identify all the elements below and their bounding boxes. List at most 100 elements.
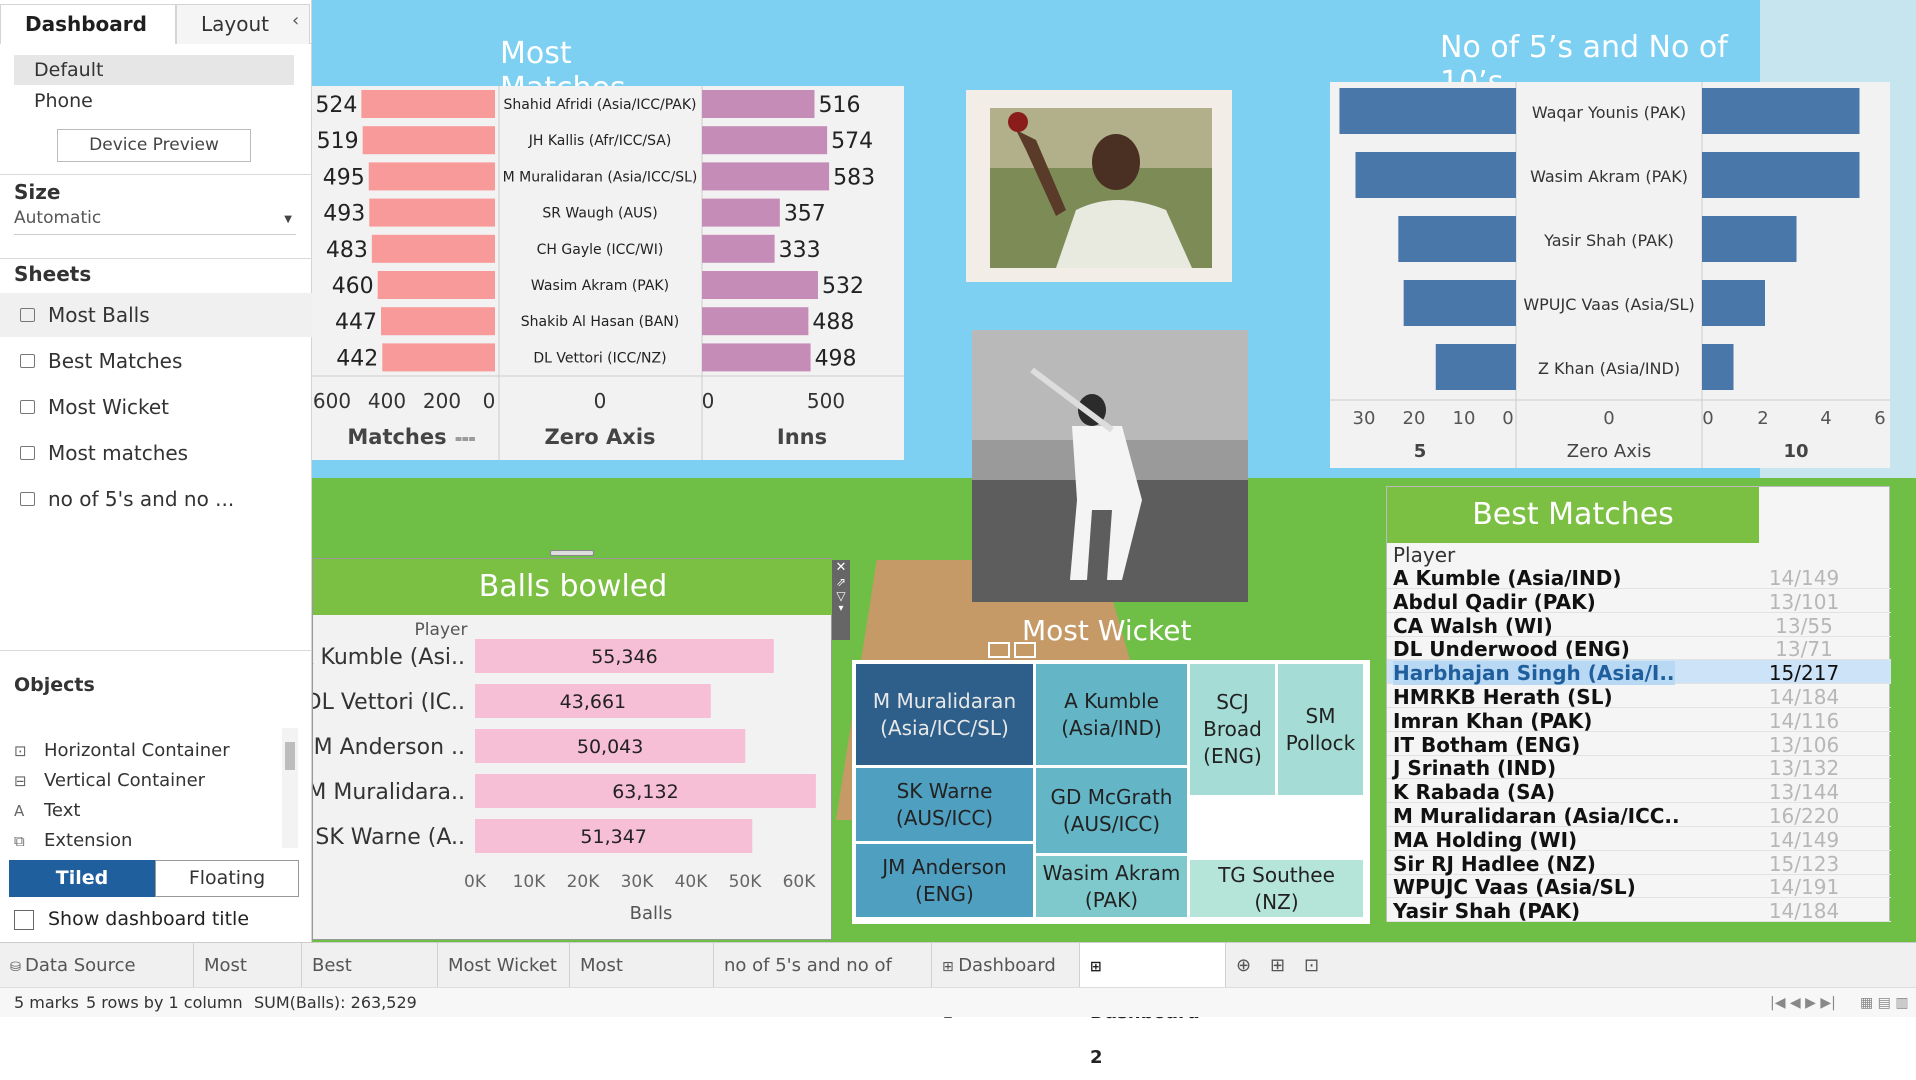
tab-best-matches[interactable]: Best Matches [302,943,438,1021]
new-story-icon[interactable]: ⊡ [1294,943,1328,988]
matches-value: 442 [336,346,378,371]
player-label: Shakib Al Hasan (BAN) [521,314,679,330]
tab-most-balls[interactable]: Most Balls [194,943,302,1021]
object-vertical-container[interactable]: ⊟ Vertical Container [14,770,205,791]
sheet-label: Best Matches [48,349,183,373]
balls-bowled-title: Balls bowled [313,559,833,615]
pop-out-icon[interactable]: ⇗ [832,575,850,589]
objects-scrollbar[interactable] [282,728,298,848]
table-row[interactable]: MA Holding (WI) 14/149 [1387,827,1891,852]
more-options-icon[interactable]: ▾ [832,603,850,614]
best-matches-title: Best Matches [1387,487,1759,543]
close-icon[interactable]: ✕ [832,560,850,575]
inns-value: 357 [784,202,826,227]
floating-button[interactable]: Floating [155,860,299,897]
wicket-stump-icon [1014,642,1036,658]
inns-tick: 0 [702,389,715,413]
best-figure-cell: 13/71 [1775,637,1833,662]
best-figure-cell: 13/101 [1768,589,1840,614]
balls-tick: 10K [513,872,547,892]
player-label: SR Waugh (AUS) [542,206,657,222]
treemap-cell[interactable]: A Kumble (Asia/IND) [1036,664,1187,765]
object-extension[interactable]: ⧉ Extension [14,830,132,851]
treemap-cell[interactable]: SCJ Broad (ENG) [1190,664,1275,795]
sheet-label: Most matches [48,441,189,465]
table-row[interactable]: Harbhajan Singh (Asia/I.. 15/217 [1387,660,1891,686]
table-row[interactable]: Yasir Shah (PAK) 14/184 [1387,898,1891,923]
tens-bar [1702,152,1860,198]
matches-bar [369,198,495,227]
table-row[interactable]: J Srinath (IND) 13/132 [1387,755,1891,780]
fives-bar [1403,280,1516,326]
fives-tens-chart[interactable]: Waqar Younis (PAK) Wasim Akram (PAK) Yasir… [1330,82,1890,468]
treemap-cell-label: GD McGrath (AUS/ICC) [1050,784,1173,836]
sheet-item[interactable]: no of 5's and no ... [0,477,312,521]
device-phone[interactable]: Phone [14,86,294,116]
most-wicket-treemap[interactable]: M Muralidaran (Asia/ICC/SL) A Kumble (Asi… [852,660,1370,924]
player-cell: IT Botham (ENG) [1393,732,1581,757]
tab-dashboard-2[interactable]: ⊞ Dashboard 2 [1080,943,1226,1068]
tab-data-source[interactable]: ⛁ Data Source [0,943,194,988]
matches-bar [368,162,495,191]
treemap-cell[interactable]: SM Pollock [1278,664,1363,795]
table-row[interactable]: Abdul Qadir (PAK) 13/101 [1387,589,1891,614]
treemap-cell[interactable]: GD McGrath (AUS/ICC) [1036,768,1187,853]
filter-icon[interactable]: ▽ [832,589,850,603]
table-row[interactable]: K Rabada (SA) 13/144 [1387,779,1891,804]
table-row[interactable]: HMRKB Herath (SL) 14/184 [1387,684,1891,709]
view-mode-icon[interactable]: ▦ ▤ ▥ [1860,988,1909,1018]
treemap-cell[interactable]: SK Warne (AUS/ICC) [856,768,1033,841]
table-row[interactable]: Sir RJ Hadlee (NZ) 15/123 [1387,851,1891,876]
sheet-item[interactable]: Most Balls [0,293,312,337]
tab-dashboard[interactable]: Dashboard [0,4,176,44]
sheet-item[interactable]: Most Wicket [0,385,312,429]
device-preview-button[interactable]: Device Preview [57,129,251,162]
tens-tick: 6 [1874,408,1885,429]
table-row[interactable]: M Muralidaran (Asia/ICC.. 16/220 [1387,803,1891,828]
treemap-cell[interactable]: M Muralidaran (Asia/ICC/SL) [856,664,1033,765]
treemap-cell[interactable]: TG Southee (NZ) [1190,860,1363,917]
zero-axis-label: Zero Axis [1567,441,1652,462]
sheet-item[interactable]: Best Matches [0,339,312,383]
new-worksheet-icon[interactable]: ⊕ [1226,943,1260,988]
drag-handle[interactable] [550,550,594,556]
player-label: CH Gayle (ICC/WI) [537,242,664,258]
navigation-arrows-icon[interactable]: |◀ ◀ ▶ ▶| [1770,988,1836,1018]
best-matches-container[interactable]: Best Matches Player A Kumble (Asia/IND) 1… [1386,486,1891,923]
table-row[interactable]: DL Underwood (ENG) 13/71 [1387,636,1891,662]
player-label: JH Kallis (Afr/ICC/SA) [528,133,672,149]
best-figure-cell: 14/149 [1768,827,1840,852]
treemap-cell[interactable]: Wasim Akram (PAK) [1036,856,1187,917]
table-row[interactable]: IT Botham (ENG) 13/106 [1387,732,1891,757]
balls-tick: 30K [621,872,655,892]
tab-most-wicket[interactable]: Most Wicket [438,943,570,988]
status-rows: 5 rows by 1 column [86,993,243,1012]
player-cell: WPUJC Vaas (Asia/SL) [1393,875,1636,900]
tab-most-matches[interactable]: Most matches [570,943,714,1021]
tab-dashboard-1[interactable]: ⊞ Dashboard 1 [932,943,1080,1023]
balls-bowled-container[interactable]: Balls bowled Player A Kumble (Asi.. 55,346… [312,558,833,940]
size-dropdown[interactable]: Automatic ▼ [14,208,296,235]
table-row[interactable]: Imran Khan (PAK) 14/116 [1387,708,1891,733]
table-row[interactable]: A Kumble (Asia/IND) 14/149 [1387,565,1891,590]
object-horizontal-container[interactable]: ⊡ Horizontal Container [14,740,230,761]
scrollbar-thumb[interactable] [285,742,295,770]
table-row[interactable]: WPUJC Vaas (Asia/SL) 14/191 [1387,874,1891,900]
treemap-cell[interactable]: JM Anderson (ENG) [856,844,1033,917]
table-row[interactable]: CA Walsh (WI) 13/55 [1387,613,1891,638]
show-title-checkbox[interactable] [14,910,34,930]
new-dashboard-icon[interactable]: ⊞ [1260,943,1294,988]
tiled-button[interactable]: Tiled [9,860,155,897]
object-label: Text [44,800,81,821]
inns-value: 488 [812,310,854,335]
object-label: Extension [44,830,133,851]
most-matches-chart[interactable]: 524 Shahid Afridi (Asia/ICC/PAK) 516 519 JH … [312,86,904,460]
most-matches-svg: 524 Shahid Afridi (Asia/ICC/PAK) 516 519 JH … [312,86,904,460]
object-text[interactable]: A Text [14,800,80,821]
status-sum: SUM(Balls): 263,529 [254,993,417,1012]
sheet-item[interactable]: Most matches [0,431,312,475]
tab-layout[interactable]: Layout [176,4,310,44]
collapse-panel-icon[interactable]: ‹ [292,10,299,31]
device-default[interactable]: Default [14,55,294,85]
tab-fives-tens[interactable]: no of 5's and no of 10's [714,943,932,1021]
